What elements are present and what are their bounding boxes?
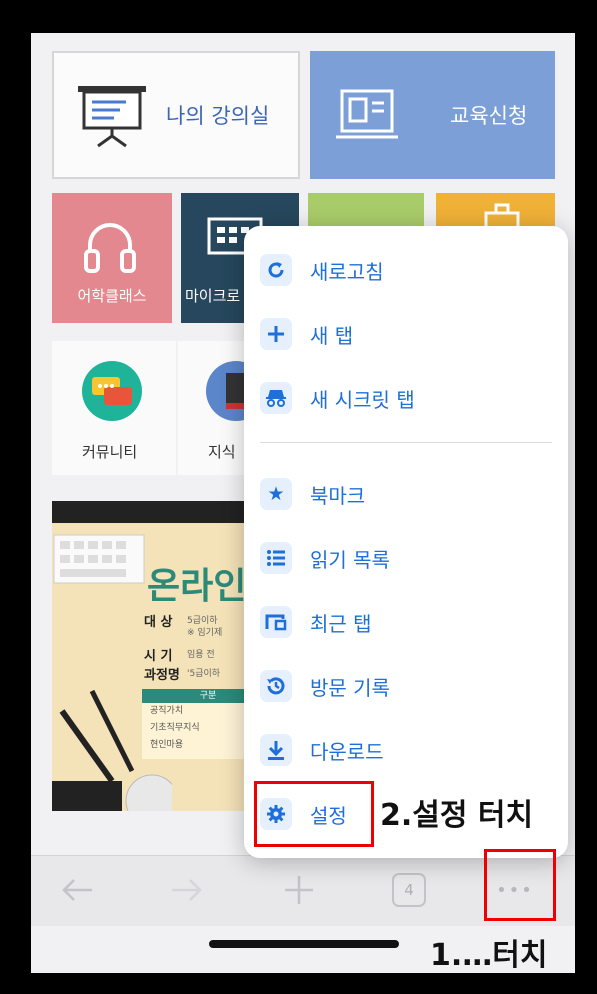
- menu-item-new-tab[interactable]: 새 탭: [260, 312, 560, 356]
- apply-tile[interactable]: 교육신청: [310, 51, 555, 179]
- chat-bubbles-icon: [82, 361, 142, 421]
- tab-switcher-button[interactable]: 4: [385, 868, 433, 912]
- document-icon: [336, 89, 398, 139]
- presentation-board-icon: [78, 86, 146, 148]
- menu-item-label: 새 시크릿 탭: [310, 387, 415, 412]
- my-lecture-label: 나의 강의실: [166, 104, 270, 128]
- back-button[interactable]: [53, 868, 101, 912]
- community-label: 커뮤니티: [82, 443, 138, 461]
- menu-item-reading-list[interactable]: 읽기 목록: [260, 536, 560, 580]
- banner-course-value: '5급이하: [187, 669, 221, 679]
- refresh-icon: [260, 254, 292, 286]
- my-lecture-tile[interactable]: 나의 강의실: [52, 51, 300, 179]
- step1-annotation: 1.…터치: [430, 938, 548, 973]
- online-course-banner[interactable]: 온라인 대 상 5급이하 ※ 임기제 시 기 임용 전 과정명 '5급이하 구분…: [52, 501, 274, 811]
- menu-item-history[interactable]: 방문 기록: [260, 664, 560, 708]
- home-indicator: [209, 940, 399, 948]
- plus-icon: [260, 318, 292, 350]
- language-class-tile[interactable]: 어학클래스: [52, 193, 172, 323]
- apply-label: 교육신청: [450, 104, 528, 128]
- banner-title: 온라인: [147, 566, 247, 607]
- history-icon: [260, 670, 292, 702]
- menu-divider: [260, 442, 552, 443]
- more-button-highlight-box: [484, 849, 556, 921]
- menu-item-downloads[interactable]: 다운로드: [260, 728, 560, 772]
- keyboard-icon: [53, 534, 145, 584]
- menu-item-label: 새로고침: [310, 259, 384, 284]
- menu-item-label: 새 탭: [310, 323, 354, 348]
- back-arrow-icon: [62, 879, 92, 901]
- banner-target-label: 대 상: [144, 615, 173, 630]
- banner-target-note: ※ 임기제: [187, 628, 223, 638]
- banner-dark-strip: [52, 501, 274, 523]
- forward-button[interactable]: [163, 868, 211, 912]
- language-class-label: 어학클래스: [77, 287, 147, 305]
- forward-arrow-icon: [172, 879, 202, 901]
- plus-icon: [285, 876, 313, 904]
- list-icon: [260, 542, 292, 574]
- settings-highlight-box: [254, 781, 374, 847]
- browser-menu-popup: 새로고침 새 탭 새 시크릿 탭 ★ 북마크 읽기 목록 최근 탭 방문 기록: [244, 226, 568, 858]
- menu-item-label: 최근 탭: [310, 611, 372, 636]
- download-icon: [260, 734, 292, 766]
- pens-illustration: [52, 689, 172, 811]
- recent-tabs-icon: [260, 606, 292, 638]
- menu-item-recent-tabs[interactable]: 최근 탭: [260, 600, 560, 644]
- knowledge-label: 지식: [208, 443, 236, 461]
- community-tile[interactable]: 커뮤니티: [52, 341, 176, 475]
- menu-item-label: 읽기 목록: [310, 547, 390, 572]
- new-tab-button[interactable]: [275, 868, 323, 912]
- menu-item-label: 방문 기록: [310, 675, 390, 700]
- menu-item-label: 북마크: [310, 483, 366, 508]
- menu-item-refresh[interactable]: 새로고침: [260, 248, 560, 292]
- tab-count-badge: 4: [392, 873, 426, 907]
- incognito-icon: [260, 382, 292, 414]
- banner-period-value: 임용 전: [187, 650, 215, 660]
- menu-item-incognito-tab[interactable]: 새 시크릿 탭: [260, 376, 560, 420]
- menu-item-label: 다운로드: [310, 739, 384, 764]
- banner-period-label: 시 기: [144, 649, 173, 664]
- star-icon: ★: [260, 478, 292, 510]
- menu-item-bookmarks[interactable]: ★ 북마크: [260, 472, 560, 516]
- step2-annotation: 2.설정 터치: [380, 798, 534, 833]
- headphones-icon: [84, 223, 136, 273]
